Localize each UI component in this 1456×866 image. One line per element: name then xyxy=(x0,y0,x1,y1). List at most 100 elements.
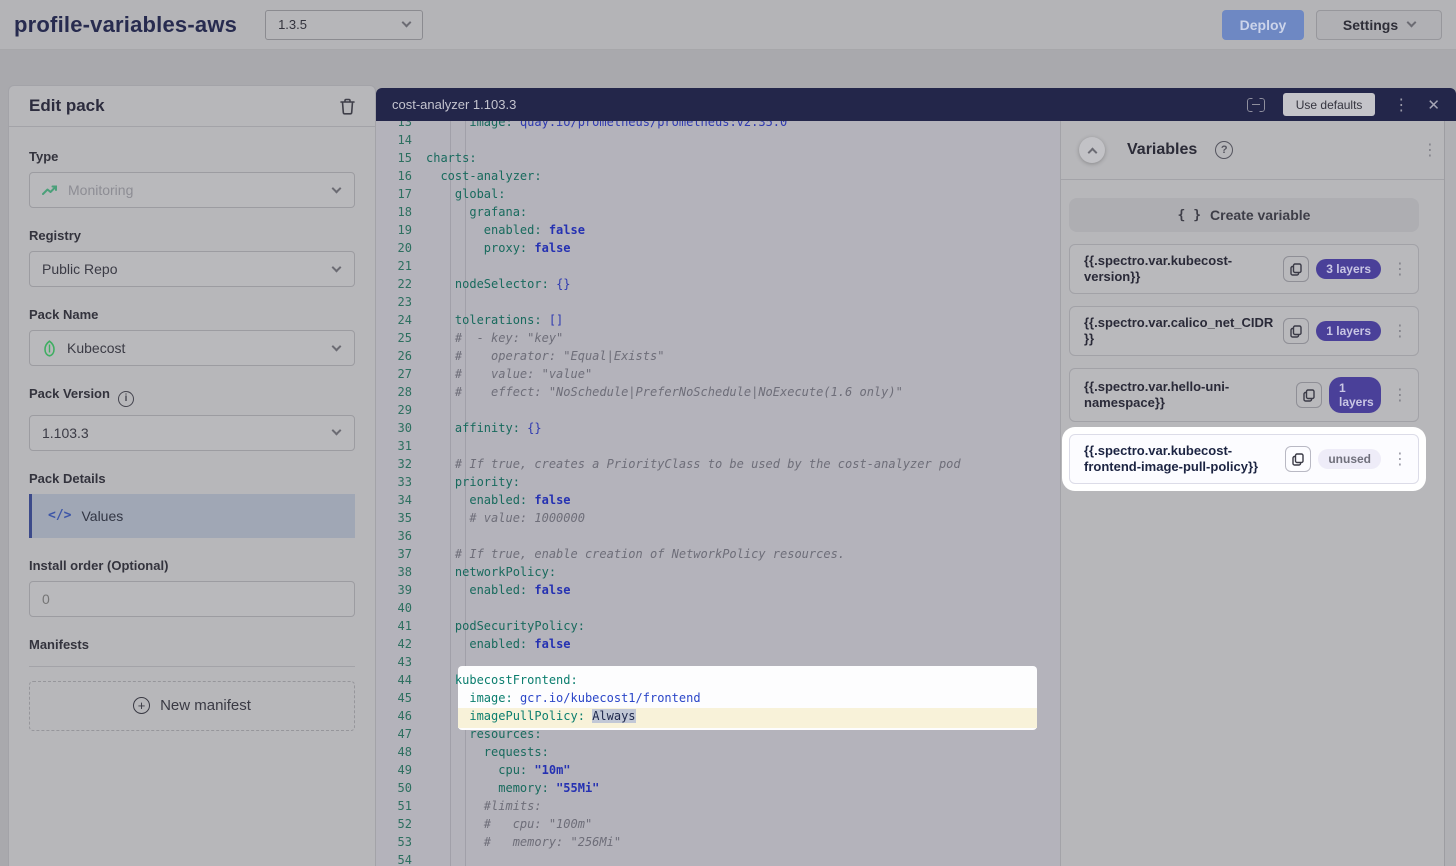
code-line-24: 24 tolerations: [] xyxy=(376,311,1060,329)
code-line-29: 29 xyxy=(376,401,1060,419)
line-number: 50 xyxy=(376,779,412,797)
line-number: 47 xyxy=(376,725,412,743)
type-label: Type xyxy=(29,149,355,164)
line-number: 21 xyxy=(376,257,412,275)
editor-header: cost-analyzer 1.103.3 Use defaults ⋮ ✕ xyxy=(376,88,1456,121)
layers-badge: 1 layers xyxy=(1316,321,1381,341)
line-number: 20 xyxy=(376,239,412,257)
pack-name-select[interactable]: Kubecost xyxy=(29,330,355,366)
code-line-14: 14 xyxy=(376,131,1060,149)
line-number: 27 xyxy=(376,365,412,383)
profile-version-select[interactable]: 1.3.5 xyxy=(265,10,423,40)
pack-details-values-item[interactable]: </> Values xyxy=(29,494,355,538)
line-number: 26 xyxy=(376,347,412,365)
collapse-panel-button[interactable] xyxy=(1079,137,1105,163)
create-variable-button[interactable]: { } Create variable xyxy=(1069,198,1419,232)
line-number: 33 xyxy=(376,473,412,491)
variable-name: {{.spectro.var.kubecost-frontend-image-p… xyxy=(1084,443,1278,475)
code-line-45: 45 image: gcr.io/kubecost1/frontend xyxy=(376,689,1060,707)
code-line-51: 51 #limits: xyxy=(376,797,1060,815)
variable-kebab-menu-icon[interactable]: ⋮ xyxy=(1388,387,1412,403)
line-number: 36 xyxy=(376,527,412,545)
scrollbar-track[interactable] xyxy=(1444,121,1456,866)
registry-select[interactable]: Public Repo xyxy=(29,251,355,287)
code-line-33: 33 priority: xyxy=(376,473,1060,491)
chevron-up-icon xyxy=(1087,147,1097,157)
code-line-32: 32 # If true, creates a PriorityClass to… xyxy=(376,455,1060,473)
line-number: 54 xyxy=(376,851,412,866)
code-line-25: 25 # - key: "key" xyxy=(376,329,1060,347)
variables-kebab-menu-icon[interactable]: ⋮ xyxy=(1422,142,1438,158)
kubecost-logo-icon xyxy=(42,340,57,357)
variable-kebab-menu-icon[interactable]: ⋮ xyxy=(1388,323,1412,339)
variable-kebab-menu-icon[interactable]: ⋮ xyxy=(1388,261,1412,277)
chevron-down-icon xyxy=(1407,18,1417,28)
line-number: 23 xyxy=(376,293,412,311)
code-line-48: 48 requests: xyxy=(376,743,1060,761)
pack-version-select[interactable]: 1.103.3 xyxy=(29,415,355,451)
help-icon[interactable]: ? xyxy=(1215,141,1233,159)
line-number: 16 xyxy=(376,167,412,185)
code-line-44: 44 kubecostFrontend: xyxy=(376,671,1060,689)
compare-diff-icon[interactable] xyxy=(1247,98,1265,112)
manifests-label: Manifests xyxy=(29,637,355,652)
use-defaults-button[interactable]: Use defaults xyxy=(1283,93,1376,116)
pack-details-label: Pack Details xyxy=(29,471,355,486)
code-icon: </> xyxy=(48,508,71,523)
unused-badge: unused xyxy=(1318,449,1381,469)
line-number: 41 xyxy=(376,617,412,635)
line-number: 52 xyxy=(376,815,412,833)
line-number: 32 xyxy=(376,455,412,473)
line-number: 42 xyxy=(376,635,412,653)
settings-button[interactable]: Settings xyxy=(1316,10,1442,40)
edit-pack-panel: Edit pack Type Monitoring Registry Publi… xyxy=(8,85,376,866)
code-editor[interactable]: 13 image: quay.io/prometheus/prometheus:… xyxy=(376,121,1060,866)
edit-pack-title: Edit pack xyxy=(29,96,105,116)
variable-card[interactable]: {{.spectro.var.calico_net_CIDR}}1 layers… xyxy=(1069,306,1419,356)
code-line-23: 23 xyxy=(376,293,1060,311)
code-line-54: 54 xyxy=(376,851,1060,866)
chevron-down-icon xyxy=(402,18,412,28)
variable-card[interactable]: {{.spectro.var.kubecost-frontend-image-p… xyxy=(1069,434,1419,484)
code-line-19: 19 enabled: false xyxy=(376,221,1060,239)
line-number: 44 xyxy=(376,671,412,689)
code-line-30: 30 affinity: {} xyxy=(376,419,1060,437)
code-line-40: 40 xyxy=(376,599,1060,617)
variable-card[interactable]: {{.spectro.var.hello-uni-namespace}}1 la… xyxy=(1069,368,1419,422)
line-number: 48 xyxy=(376,743,412,761)
variable-card[interactable]: {{.spectro.var.kubecost-version}}3 layer… xyxy=(1069,244,1419,294)
line-number: 45 xyxy=(376,689,412,707)
editor-title: cost-analyzer 1.103.3 xyxy=(392,97,516,112)
variable-list: {{.spectro.var.kubecost-version}}3 layer… xyxy=(1069,244,1419,484)
code-line-22: 22 nodeSelector: {} xyxy=(376,275,1060,293)
variable-kebab-menu-icon[interactable]: ⋮ xyxy=(1388,451,1412,467)
info-icon[interactable]: i xyxy=(118,391,134,407)
editor-kebab-menu-icon[interactable]: ⋮ xyxy=(1393,97,1409,113)
copy-icon[interactable] xyxy=(1283,256,1309,282)
chevron-down-icon xyxy=(332,262,342,272)
line-number: 19 xyxy=(376,221,412,239)
line-number: 25 xyxy=(376,329,412,347)
line-number: 30 xyxy=(376,419,412,437)
code-line-37: 37 # If true, enable creation of Network… xyxy=(376,545,1060,563)
variables-panel: Variables ? ⋮ { } Create variable {{.spe… xyxy=(1060,121,1456,866)
copy-icon[interactable] xyxy=(1283,318,1309,344)
copy-icon[interactable] xyxy=(1285,446,1311,472)
code-line-18: 18 grafana: xyxy=(376,203,1060,221)
line-number: 28 xyxy=(376,383,412,401)
pack-name-value: Kubecost xyxy=(67,340,125,356)
close-icon[interactable]: ✕ xyxy=(1427,96,1440,114)
copy-icon[interactable] xyxy=(1296,382,1322,408)
new-manifest-button[interactable]: + New manifest xyxy=(29,681,355,731)
install-order-input[interactable] xyxy=(29,581,355,617)
pack-name-label: Pack Name xyxy=(29,307,355,322)
code-line-50: 50 memory: "55Mi" xyxy=(376,779,1060,797)
line-number: 40 xyxy=(376,599,412,617)
type-select[interactable]: Monitoring xyxy=(29,172,355,208)
line-number: 13 xyxy=(376,121,412,131)
code-line-16: 16 cost-analyzer: xyxy=(376,167,1060,185)
plus-circle-icon: + xyxy=(133,697,150,714)
trash-icon[interactable] xyxy=(340,98,355,115)
divider xyxy=(29,666,355,667)
deploy-button[interactable]: Deploy xyxy=(1222,10,1304,40)
